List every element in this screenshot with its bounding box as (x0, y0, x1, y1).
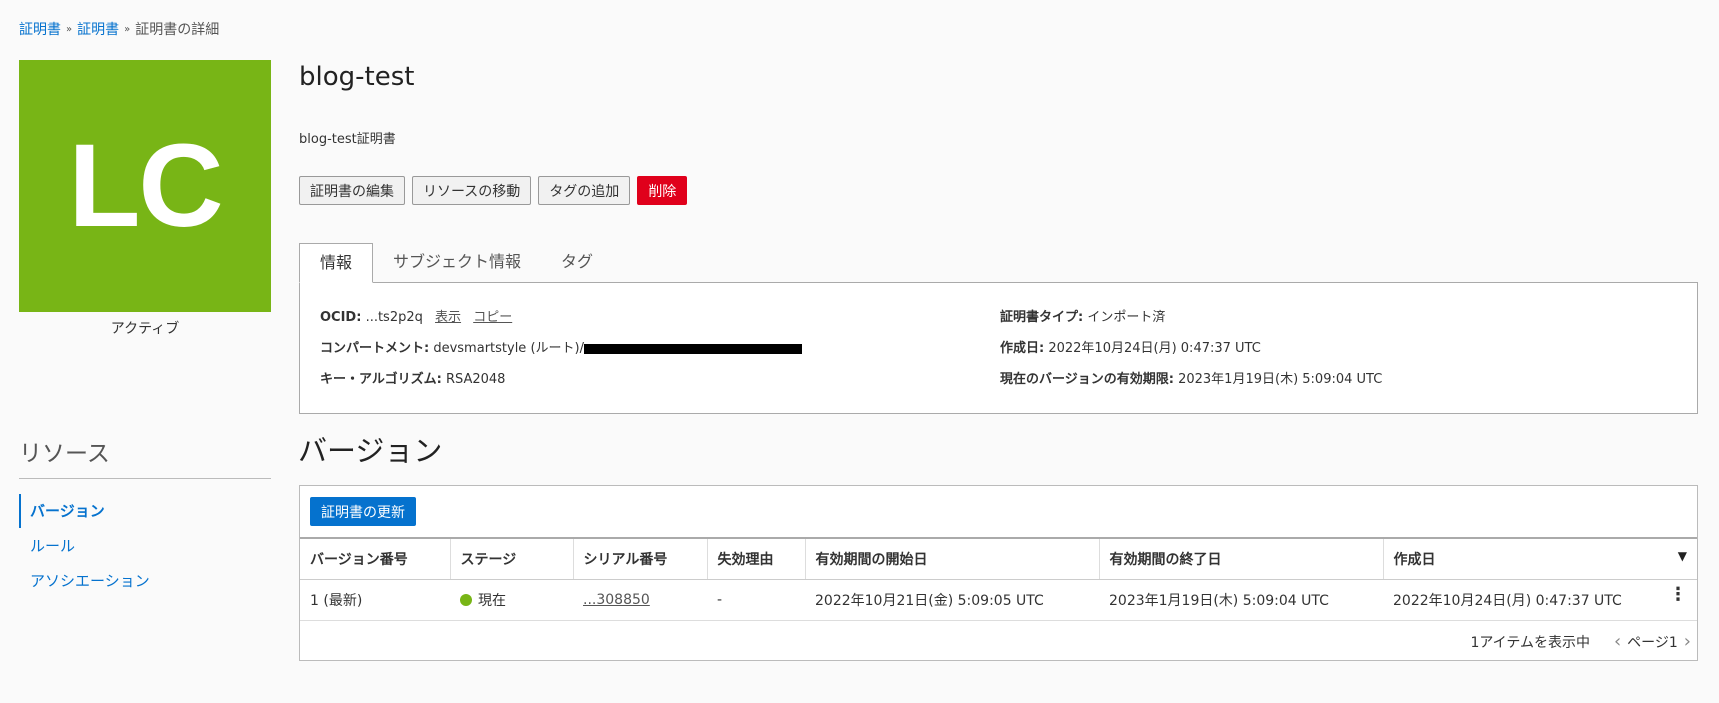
versions-table: バージョン番号 ステージ シリアル番号 失効理由 有効期間の開始日 有効期間の終… (300, 537, 1697, 621)
expiry-row: 現在のバージョンの有効期限: 2023年1月19日(木) 5:09:04 UTC (1000, 368, 1382, 399)
algorithm-label: キー・アルゴリズム: (320, 372, 442, 387)
column-version-number[interactable]: バージョン番号 (300, 537, 451, 580)
breadcrumb-current: 証明書の詳細 (135, 22, 220, 38)
cell-created: 2022年10月24日(月) 0:47:37 UTC ⋮ (1383, 579, 1697, 621)
table-row: 1 (最新) 現在 ...308850 - 2022年10月21日(金) 5:0… (300, 579, 1697, 621)
created-value: 2022年10月24日(月) 0:47:37 UTC (1048, 341, 1261, 356)
page-label: ページ1 (1627, 634, 1678, 651)
expiry-label: 現在のバージョンの有効期限: (1000, 372, 1174, 387)
cell-version: 1 (最新) (300, 579, 450, 621)
resource-description: blog-test証明書 (299, 132, 396, 147)
breadcrumb-link-certificates[interactable]: 証明書 (19, 19, 61, 39)
versions-panel: 証明書の更新 バージョン番号 ステージ シリアル番号 失効理由 有効期間の開始日… (299, 485, 1698, 661)
tab-subject-info[interactable]: サブジェクト情報 (373, 243, 541, 283)
detail-tabs: 情報 サブジェクト情報 タグ (299, 243, 613, 283)
sort-down-icon[interactable]: ▼ (1678, 549, 1687, 563)
edit-certificate-button[interactable]: 証明書の編集 (299, 176, 405, 205)
redacted-block (583, 343, 802, 354)
add-tags-button[interactable]: タグの追加 (538, 176, 631, 205)
status-label: アクティブ (110, 321, 180, 337)
versions-toolbar: 証明書の更新 (300, 486, 1697, 537)
nav-item-associations[interactable]: アソシエーション (19, 564, 271, 598)
delete-button[interactable]: 削除 (637, 176, 688, 205)
page-title: blog-test (299, 62, 415, 92)
column-valid-from[interactable]: 有効期間の開始日 (805, 537, 1100, 580)
column-serial-number[interactable]: シリアル番号 (573, 537, 708, 580)
action-bar: 証明書の編集 リソースの移動 タグの追加 削除 (299, 176, 688, 205)
serial-number-link[interactable]: ...308850 (583, 592, 650, 608)
ocid-value: ...ts2p2q (365, 310, 423, 325)
cell-serial: ...308850 (573, 579, 707, 621)
cell-stage: 現在 (450, 579, 573, 621)
table-header-row: バージョン番号 ステージ シリアル番号 失効理由 有効期間の開始日 有効期間の終… (300, 537, 1697, 580)
avatar-initials: LC (68, 120, 223, 252)
resource-avatar: LC (19, 60, 271, 312)
compartment-row: コンパートメント: devsmartstyle (ルート)/ (320, 337, 802, 368)
cert-type-label: 証明書タイプ: (1000, 310, 1084, 325)
column-valid-to[interactable]: 有効期間の終了日 (1099, 537, 1384, 580)
created-row: 作成日: 2022年10月24日(月) 0:47:37 UTC (1000, 337, 1382, 368)
expiry-value: 2023年1月19日(木) 5:09:04 UTC (1178, 372, 1383, 387)
resources-nav: バージョン ルール アソシエーション (19, 494, 271, 599)
algorithm-row: キー・アルゴリズム: RSA2048 (320, 368, 802, 399)
ocid-row: OCID: ...ts2p2q 表示 コピー (320, 306, 802, 337)
cell-valid-to: 2023年1月19日(木) 5:09:04 UTC (1099, 579, 1383, 621)
cell-valid-from: 2022年10月21日(金) 5:09:05 UTC (805, 579, 1099, 621)
nav-item-versions[interactable]: バージョン (19, 494, 271, 528)
ocid-label: OCID: (320, 310, 362, 325)
item-count: 1アイテムを表示中 (1470, 634, 1590, 651)
resources-divider (19, 478, 271, 479)
breadcrumb-separator-icon: » (124, 23, 131, 35)
created-date: 2022年10月24日(月) 0:47:37 UTC (1393, 593, 1622, 609)
info-panel: OCID: ...ts2p2q 表示 コピー コンパートメント: devsmar… (299, 282, 1698, 414)
column-created[interactable]: 作成日 ▼ (1383, 537, 1697, 580)
chevron-right-icon[interactable]: › (1684, 631, 1691, 652)
tab-tags[interactable]: タグ (541, 243, 613, 283)
info-column-left: OCID: ...ts2p2q 表示 コピー コンパートメント: devsmar… (320, 306, 802, 399)
info-column-right: 証明書タイプ: インポート済 作成日: 2022年10月24日(月) 0:47:… (1000, 306, 1382, 399)
versions-title: バージョン (298, 434, 443, 468)
compartment-label: コンパートメント: (320, 341, 430, 356)
breadcrumb: 証明書 » 証明書 » 証明書の詳細 (19, 19, 219, 39)
column-revocation-reason[interactable]: 失効理由 (707, 537, 806, 580)
tab-info[interactable]: 情報 (299, 243, 374, 283)
status-dot-icon (460, 594, 472, 606)
ocid-copy-link[interactable]: コピー (473, 310, 512, 325)
table-footer: 1アイテムを表示中 ‹ ページ1 › (1470, 631, 1697, 652)
ocid-show-link[interactable]: 表示 (435, 310, 461, 325)
breadcrumb-separator-icon: » (66, 23, 73, 35)
column-created-label: 作成日 (1393, 552, 1436, 568)
compartment-value: devsmartstyle (ルート)/ (433, 341, 584, 356)
cert-type-value: インポート済 (1087, 310, 1166, 325)
pager: ‹ ページ1 › (1608, 631, 1697, 652)
cell-revocation: - (707, 579, 805, 621)
renew-certificate-button[interactable]: 証明書の更新 (310, 497, 416, 526)
algorithm-value: RSA2048 (445, 372, 506, 387)
move-resource-button[interactable]: リソースの移動 (412, 176, 532, 205)
resources-title: リソース (19, 441, 110, 467)
nav-item-rules[interactable]: ルール (19, 529, 271, 563)
chevron-left-icon[interactable]: ‹ (1614, 631, 1621, 652)
kebab-menu-icon[interactable]: ⋮ (1669, 586, 1687, 604)
cert-type-row: 証明書タイプ: インポート済 (1000, 306, 1382, 337)
breadcrumb-link-certificates-2[interactable]: 証明書 (77, 19, 119, 39)
created-label: 作成日: (1000, 341, 1045, 356)
stage-label: 現在 (478, 593, 506, 609)
column-stage[interactable]: ステージ (450, 537, 574, 580)
